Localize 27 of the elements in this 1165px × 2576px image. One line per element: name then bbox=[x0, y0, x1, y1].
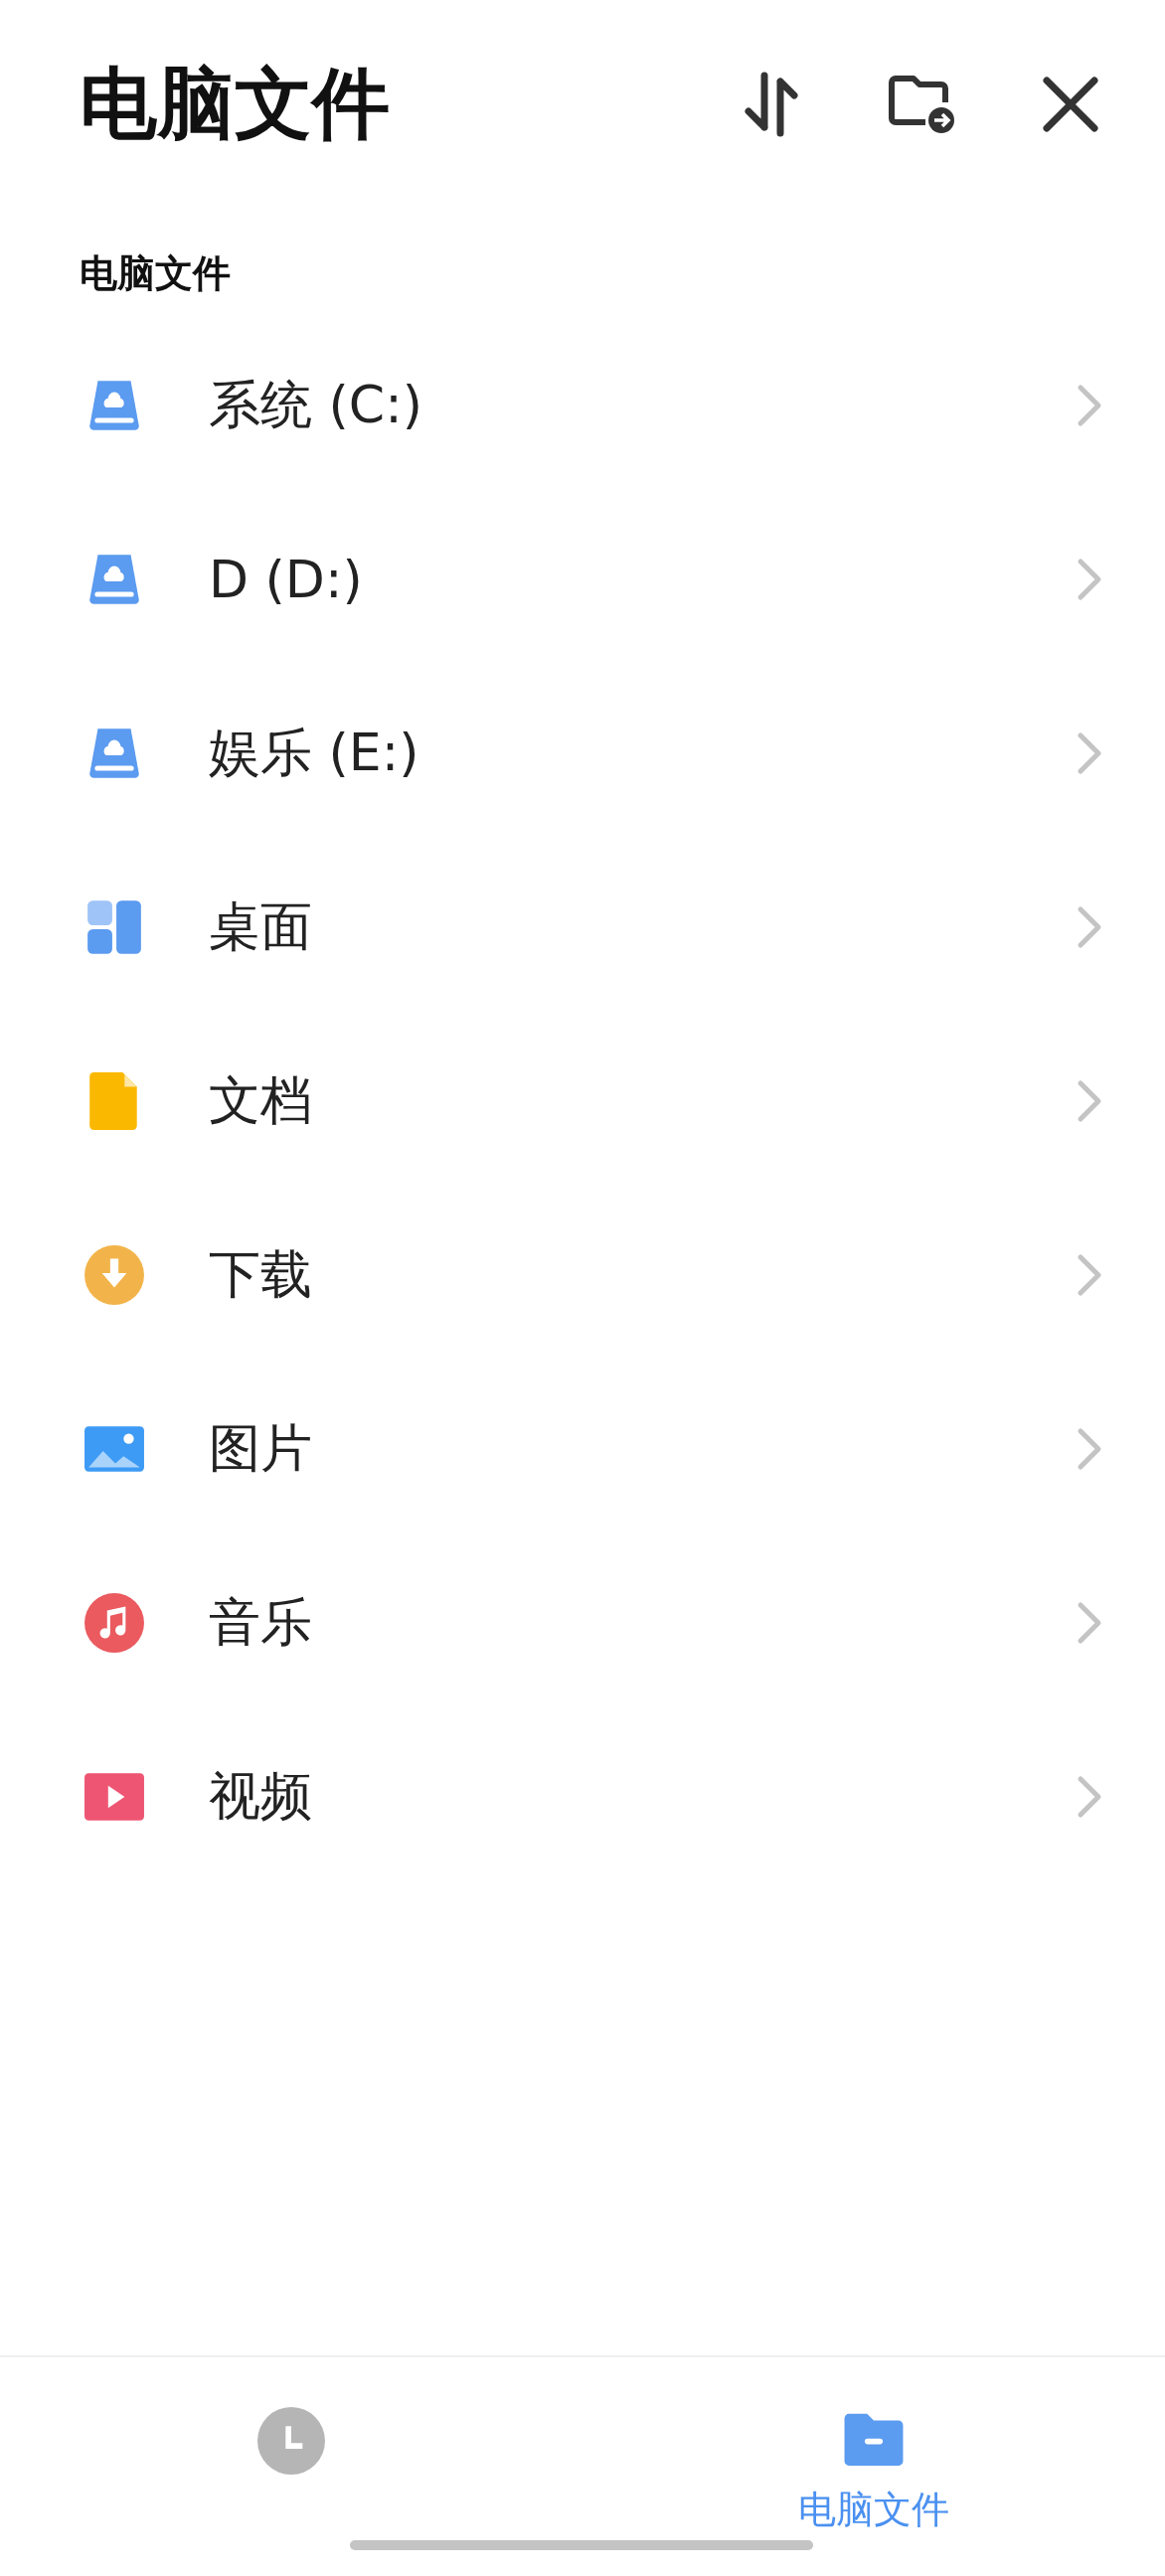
sort-icon bbox=[745, 72, 800, 137]
download-icon bbox=[83, 1243, 145, 1306]
folder-row[interactable]: 音乐 bbox=[0, 1535, 1165, 1709]
music-icon bbox=[83, 1591, 145, 1654]
folder-row[interactable]: 下载 bbox=[0, 1188, 1165, 1362]
folder-label: 娱乐 (E:) bbox=[209, 721, 420, 784]
tab-label: 电脑文件 bbox=[798, 2488, 949, 2532]
folder-label: 系统 (C:) bbox=[209, 373, 423, 436]
page-title: 电脑文件 bbox=[80, 57, 391, 150]
clock-icon bbox=[257, 2407, 325, 2475]
folder-row[interactable]: 娱乐 (E:) bbox=[0, 666, 1165, 840]
folder-row[interactable]: 桌面 bbox=[0, 840, 1165, 1014]
section-label: 电脑文件 bbox=[80, 251, 231, 295]
folder-row[interactable]: 系统 (C:) bbox=[0, 318, 1165, 492]
folder-label: 视频 bbox=[209, 1764, 313, 1828]
folder-row[interactable]: 图片 bbox=[0, 1362, 1165, 1535]
folder-row[interactable]: 视频 bbox=[0, 1709, 1165, 1883]
folder-label: 图片 bbox=[209, 1416, 313, 1480]
folder-row[interactable]: 文档 bbox=[0, 1014, 1165, 1188]
folder-arrow-icon bbox=[886, 75, 957, 134]
folder-row[interactable]: D (D:) bbox=[0, 492, 1165, 666]
folder-label: 文档 bbox=[209, 1068, 313, 1132]
close-icon bbox=[1043, 77, 1098, 132]
folder-label: 音乐 bbox=[209, 1590, 313, 1654]
folder-label: D (D:) bbox=[209, 549, 364, 609]
folder-label: 下载 bbox=[209, 1242, 313, 1306]
folder-label: 桌面 bbox=[209, 894, 313, 958]
